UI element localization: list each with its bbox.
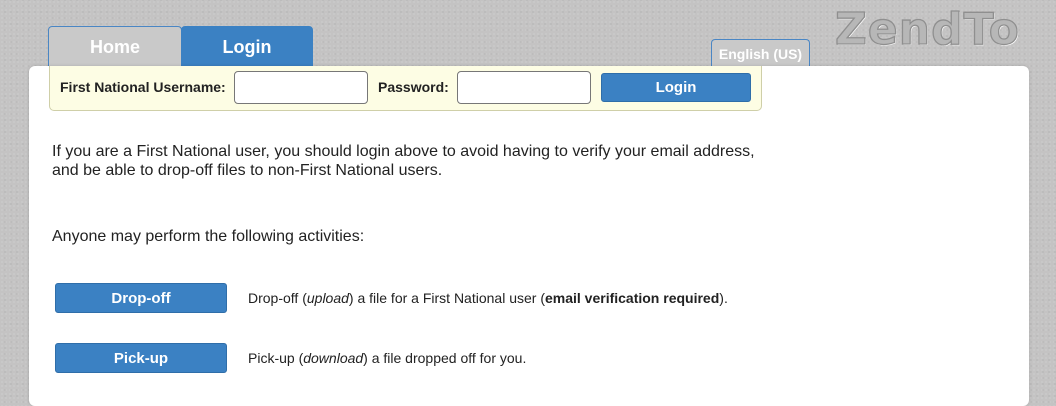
dropoff-desc-post: ). xyxy=(719,290,728,306)
intro-text: If you are a First National user, you sh… xyxy=(52,142,755,180)
password-label: Password: xyxy=(378,79,449,95)
dropoff-desc-em: upload xyxy=(306,290,349,306)
password-input[interactable] xyxy=(457,71,591,104)
username-label: First National Username: xyxy=(60,79,226,95)
language-selector[interactable]: English (US) xyxy=(711,39,810,69)
tab-home[interactable]: Home xyxy=(48,26,182,70)
pickup-desc-pre: Pick-up ( xyxy=(248,350,304,366)
login-bar: First National Username: Password: Login xyxy=(49,66,762,111)
dropoff-desc-mid: ) a file for a First National user ( xyxy=(348,290,545,306)
intro-line-1: If you are a First National user, you sh… xyxy=(52,143,755,160)
pickup-description: Pick-up (download) a file dropped off fo… xyxy=(248,350,526,366)
tab-login-label: Login xyxy=(222,37,272,57)
dropoff-button[interactable]: Drop-off xyxy=(55,283,227,313)
tab-login[interactable]: Login xyxy=(181,26,313,70)
intro-line-2: and be able to drop-off files to non-Fir… xyxy=(52,162,443,179)
dropoff-desc-strong: email verification required xyxy=(544,290,720,306)
zendto-logo: ZendTo xyxy=(834,4,1020,55)
pickup-desc-mid: ) a file dropped off for you. xyxy=(363,350,527,366)
anyone-text: Anyone may perform the following activit… xyxy=(52,228,365,245)
pickup-desc-em: download xyxy=(303,350,364,366)
username-input[interactable] xyxy=(234,71,368,104)
dropoff-description: Drop-off (upload) a file for a First Nat… xyxy=(248,290,728,306)
login-button[interactable]: Login xyxy=(601,73,751,102)
pickup-button[interactable]: Pick-up xyxy=(55,343,227,373)
dropoff-desc-pre: Drop-off ( xyxy=(248,290,307,306)
